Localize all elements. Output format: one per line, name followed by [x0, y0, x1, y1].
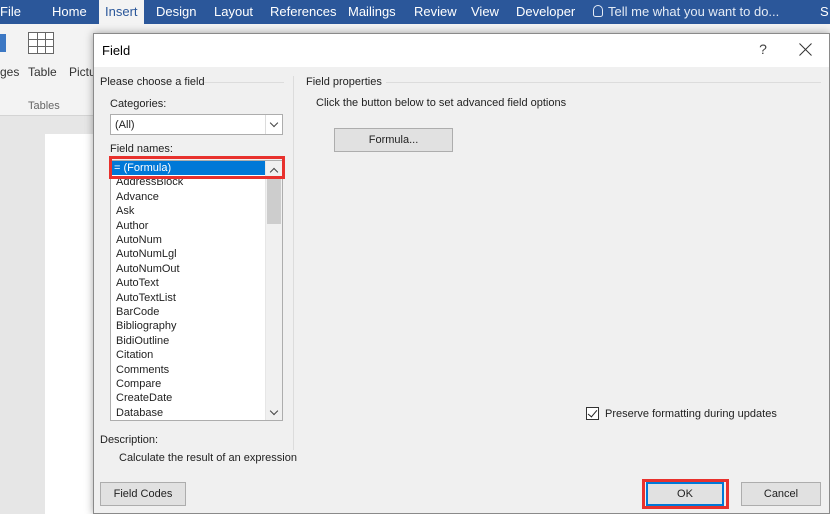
- tab-design[interactable]: Design: [156, 0, 196, 24]
- field-codes-button[interactable]: Field Codes: [100, 482, 186, 506]
- list-item[interactable]: Bibliography: [114, 319, 179, 333]
- list-item[interactable]: AutoText: [114, 276, 161, 290]
- table-button-label[interactable]: Table: [28, 65, 57, 79]
- formula-button[interactable]: Formula...: [334, 128, 453, 152]
- list-item[interactable]: AutoNum: [114, 233, 164, 247]
- categories-dropdown[interactable]: (All): [110, 114, 283, 135]
- list-item[interactable]: Comments: [114, 363, 171, 377]
- dropdown-arrow[interactable]: [265, 115, 282, 134]
- choose-field-heading: Please choose a field: [100, 76, 205, 88]
- section-divider: [293, 76, 294, 450]
- field-names-label: Field names:: [110, 143, 173, 155]
- tab-review[interactable]: Review: [414, 0, 457, 24]
- instruction-text: Click the button below to set advanced f…: [316, 97, 567, 109]
- table-icon[interactable]: [28, 32, 54, 54]
- lightbulb-icon: [593, 5, 603, 17]
- tables-group-label: Tables: [28, 100, 60, 112]
- pictures-label-partial[interactable]: Pictu: [69, 65, 96, 79]
- list-item[interactable]: Compare: [114, 377, 163, 391]
- tab-view[interactable]: View: [471, 0, 499, 24]
- right-section-rule: [386, 82, 821, 83]
- list-item[interactable]: Advance: [114, 190, 161, 204]
- list-item[interactable]: Ask: [114, 204, 136, 218]
- pages-label-partial[interactable]: ges: [0, 65, 19, 79]
- chevron-down-icon: [269, 118, 279, 128]
- tab-mailings[interactable]: Mailings: [348, 0, 396, 24]
- tab-layout[interactable]: Layout: [214, 0, 253, 24]
- list-item[interactable]: Citation: [114, 348, 155, 362]
- tab-developer[interactable]: Developer: [516, 0, 575, 24]
- tab-insert[interactable]: Insert: [99, 0, 144, 24]
- description-text: Calculate the result of an expression: [119, 452, 297, 464]
- list-item[interactable]: CreateDate: [114, 391, 174, 405]
- cancel-button[interactable]: Cancel: [741, 482, 821, 506]
- help-icon[interactable]: ?: [756, 41, 770, 57]
- list-item[interactable]: AutoTextList: [114, 291, 178, 305]
- list-item[interactable]: BarCode: [114, 305, 161, 319]
- categories-label: Categories:: [110, 98, 167, 110]
- close-icon[interactable]: [798, 42, 814, 58]
- scroll-thumb[interactable]: [267, 179, 281, 224]
- tell-me-text: Tell me what you want to do...: [608, 4, 780, 19]
- categories-value: (All): [115, 119, 135, 131]
- left-section-rule: [204, 82, 284, 83]
- preserve-formatting-checkbox[interactable]: [586, 407, 599, 420]
- field-dialog: Field ? Please choose a field Categories…: [93, 33, 830, 514]
- share-button-partial[interactable]: S: [820, 0, 829, 24]
- description-label: Description:: [100, 434, 159, 446]
- ribbon-tab-bar: File Home Insert Design Layout Reference…: [0, 0, 830, 24]
- tab-home[interactable]: Home: [52, 0, 87, 24]
- list-item[interactable]: Author: [114, 219, 150, 233]
- list-item[interactable]: BidiOutline: [114, 334, 171, 348]
- dialog-title: Field: [102, 43, 131, 58]
- field-properties-heading: Field properties: [306, 76, 382, 88]
- formula-highlight-box: [109, 156, 285, 179]
- preserve-formatting-label[interactable]: Preserve formatting during updates: [605, 408, 777, 420]
- list-item[interactable]: Database: [114, 406, 165, 420]
- dialog-title-bar: Field ?: [94, 34, 829, 67]
- list-scrollbar[interactable]: [265, 161, 282, 420]
- pages-icon: [0, 34, 6, 52]
- chevron-down-icon: [269, 406, 279, 416]
- tab-references[interactable]: References: [270, 0, 336, 24]
- list-item[interactable]: AutoNumLgl: [114, 247, 179, 261]
- scroll-down-button[interactable]: [266, 403, 282, 419]
- field-names-list[interactable]: = (Formula) AddressBlock Advance Ask Aut…: [110, 160, 283, 421]
- tab-file[interactable]: File: [0, 0, 21, 24]
- ok-highlight-box: [642, 479, 729, 509]
- list-item[interactable]: AutoNumOut: [114, 262, 182, 276]
- tell-me-search[interactable]: Tell me what you want to do...: [593, 0, 779, 24]
